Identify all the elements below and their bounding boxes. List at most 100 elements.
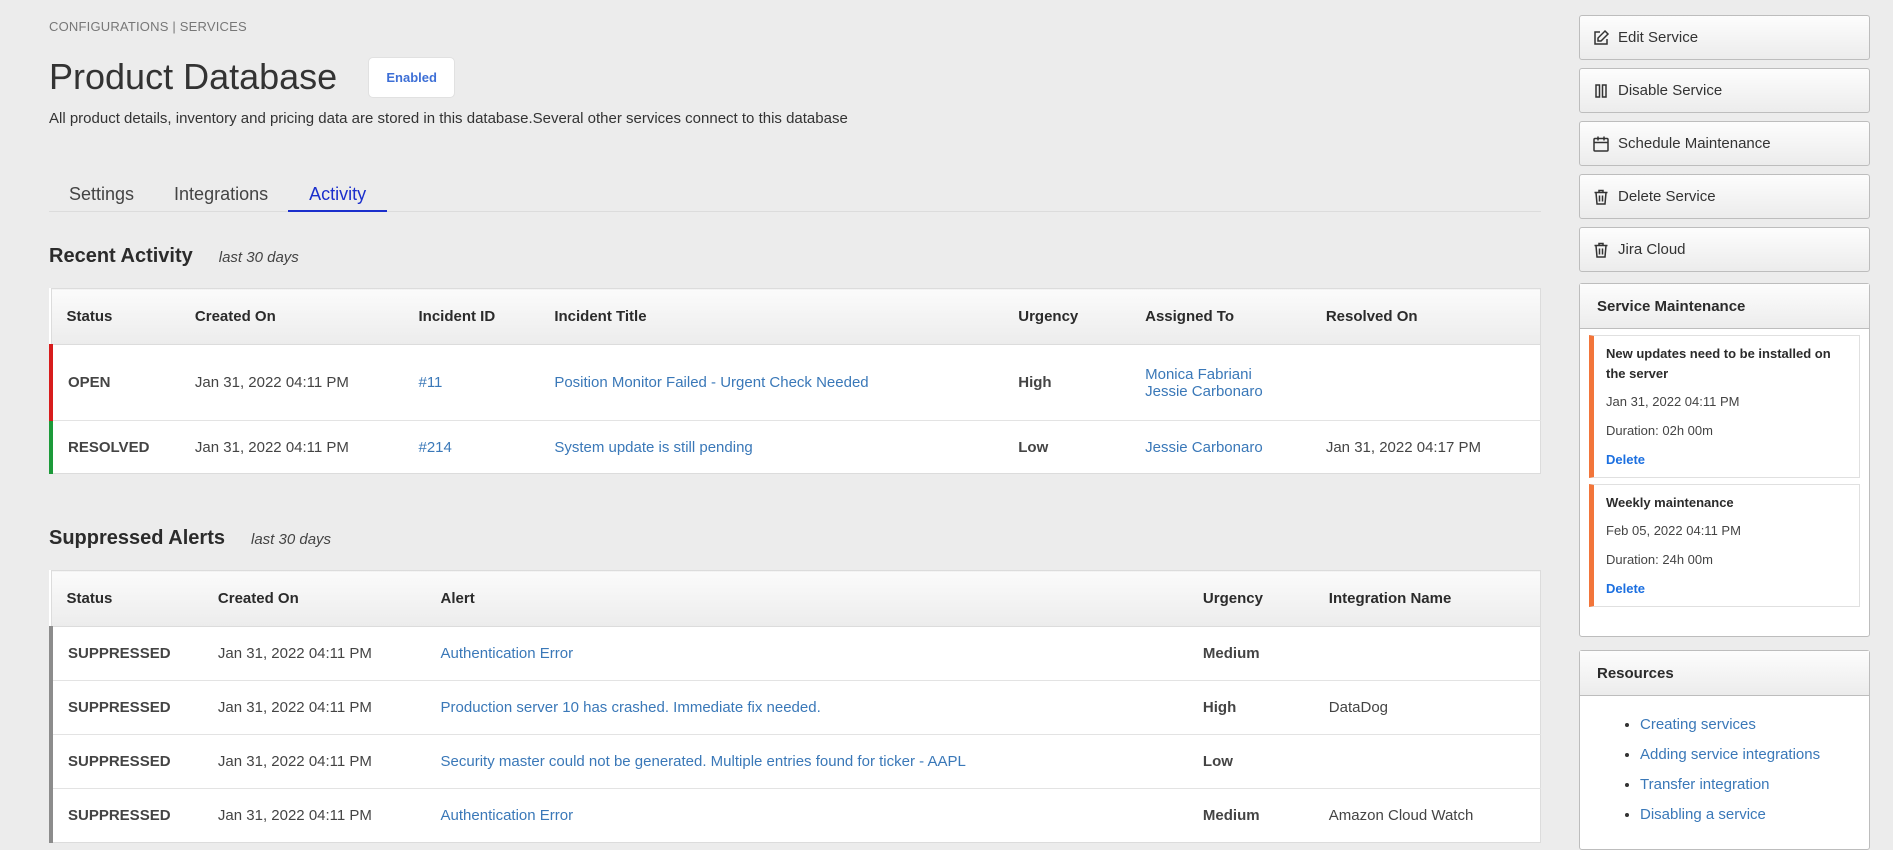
alert-integration-name: DataDog: [1313, 680, 1541, 735]
alert-created-on: Jan 31, 2022 04:11 PM: [202, 788, 426, 843]
incident-title-link[interactable]: Position Monitor Failed - Urgent Check N…: [554, 374, 868, 391]
alert-link[interactable]: Production server 10 has crashed. Immedi…: [441, 699, 821, 716]
table-row[interactable]: SUPPRESSED Jan 31, 2022 04:11 PM Authent…: [49, 788, 1541, 843]
alert-created-on: Jan 31, 2022 04:11 PM: [202, 680, 426, 735]
alert-urgency: High: [1187, 680, 1314, 735]
column-header-created-on[interactable]: Created On: [179, 288, 404, 345]
incident-assigned-to: Jessie Carbonaro: [1130, 420, 1311, 474]
service-maintenance-title: Service Maintenance: [1580, 284, 1869, 329]
assignee-link[interactable]: Monica Fabriani: [1145, 366, 1311, 383]
alert-cell: Authentication Error: [425, 626, 1188, 681]
incident-title-cell: System update is still pending: [539, 420, 1004, 474]
incident-id-cell: #11: [403, 344, 540, 421]
suppressed-alerts-header: Suppressed Alerts last 30 days: [49, 527, 331, 550]
jira-cloud-label: Jira Cloud: [1618, 241, 1686, 258]
resources-panel: Resources Creating services Adding servi…: [1579, 650, 1870, 850]
column-header-integration-name[interactable]: Integration Name: [1313, 570, 1541, 627]
list-item: Transfer integration: [1640, 776, 1869, 793]
recent-activity-header: Recent Activity last 30 days: [49, 245, 299, 268]
delete-service-button[interactable]: Delete Service: [1579, 174, 1870, 219]
tab-integrations[interactable]: Integrations: [154, 180, 288, 211]
incident-assigned-to: Monica Fabriani Jessie Carbonaro: [1130, 344, 1311, 421]
schedule-maintenance-button[interactable]: Schedule Maintenance: [1579, 121, 1870, 166]
incident-status: OPEN: [49, 344, 180, 421]
trash-icon: [1594, 242, 1608, 258]
recent-activity-subtitle: last 30 days: [218, 249, 299, 266]
table-header-row: Status Created On Alert Urgency Integrat…: [51, 570, 1541, 627]
assignee-link[interactable]: Jessie Carbonaro: [1145, 439, 1263, 456]
alert-link[interactable]: Security master could not be generated. …: [441, 753, 966, 770]
alert-urgency: Medium: [1187, 626, 1314, 681]
list-item: Adding service integrations: [1640, 746, 1869, 763]
table-row[interactable]: SUPPRESSED Jan 31, 2022 04:11 PM Authent…: [49, 626, 1541, 681]
title-row: Product Database Enabled: [49, 55, 456, 99]
tab-settings[interactable]: Settings: [49, 180, 154, 211]
resource-link-adding-integrations[interactable]: Adding service integrations: [1640, 746, 1820, 763]
resource-link-transfer-integration[interactable]: Transfer integration: [1640, 776, 1770, 793]
alert-created-on: Jan 31, 2022 04:11 PM: [202, 626, 426, 681]
service-page: CONFIGURATIONS | SERVICES Product Databa…: [0, 0, 1893, 850]
column-header-alert[interactable]: Alert: [425, 570, 1188, 627]
incident-id-link[interactable]: #11: [418, 374, 442, 391]
resources-title: Resources: [1580, 651, 1869, 696]
alert-created-on: Jan 31, 2022 04:11 PM: [202, 734, 426, 789]
breadcrumb[interactable]: CONFIGURATIONS | SERVICES: [49, 19, 247, 34]
alert-urgency: Low: [1187, 734, 1314, 789]
maintenance-item-title: Weekly maintenance: [1606, 495, 1734, 510]
column-header-assigned-to[interactable]: Assigned To: [1130, 288, 1311, 345]
table-row[interactable]: RESOLVED Jan 31, 2022 04:11 PM #214 Syst…: [49, 420, 1541, 474]
page-title: Product Database: [49, 56, 338, 97]
incident-urgency: Low: [1003, 420, 1131, 474]
column-header-urgency[interactable]: Urgency: [1187, 570, 1314, 627]
column-header-created-on[interactable]: Created On: [202, 570, 426, 627]
suppressed-alerts-title: Suppressed Alerts: [49, 527, 225, 549]
resource-link-creating-services[interactable]: Creating services: [1640, 716, 1756, 733]
jira-cloud-button[interactable]: Jira Cloud: [1579, 227, 1870, 272]
delete-service-label: Delete Service: [1618, 188, 1716, 205]
resource-link-disabling-service[interactable]: Disabling a service: [1640, 806, 1766, 823]
incident-resolved-on: [1310, 344, 1541, 421]
maintenance-item: Weekly maintenance Feb 05, 2022 04:11 PM…: [1589, 484, 1860, 607]
incident-resolved-on: Jan 31, 2022 04:17 PM: [1310, 420, 1541, 474]
incident-id-link[interactable]: #214: [418, 439, 451, 456]
schedule-maintenance-label: Schedule Maintenance: [1618, 135, 1771, 152]
recent-activity-table: Status Created On Incident ID Incident T…: [49, 288, 1541, 474]
maintenance-delete-link[interactable]: Delete: [1606, 452, 1645, 467]
alert-integration-name: [1313, 734, 1541, 789]
alert-status: SUPPRESSED: [49, 626, 203, 681]
list-item: Creating services: [1640, 716, 1869, 733]
calendar-icon: [1593, 136, 1609, 152]
sidebar: Edit Service Disable Service Schedule Ma…: [1579, 15, 1870, 850]
maintenance-delete-link[interactable]: Delete: [1606, 581, 1645, 596]
tab-activity[interactable]: Activity: [288, 180, 388, 212]
recent-activity-title: Recent Activity: [49, 245, 193, 267]
assignee-link[interactable]: Jessie Carbonaro: [1145, 383, 1311, 400]
maintenance-item: New updates need to be installed on the …: [1589, 335, 1860, 478]
table-row[interactable]: OPEN Jan 31, 2022 04:11 PM #11 Position …: [49, 344, 1541, 421]
maintenance-item-date: Jan 31, 2022 04:11 PM: [1606, 394, 1740, 409]
alert-cell: Authentication Error: [425, 788, 1188, 843]
column-header-incident-title[interactable]: Incident Title: [539, 288, 1004, 345]
resources-list: Creating services Adding service integra…: [1580, 696, 1869, 823]
table-row[interactable]: SUPPRESSED Jan 31, 2022 04:11 PM Securit…: [49, 734, 1541, 789]
edit-service-button[interactable]: Edit Service: [1579, 15, 1870, 60]
alert-status: SUPPRESSED: [49, 680, 203, 735]
column-header-status[interactable]: Status: [51, 570, 203, 627]
column-header-status[interactable]: Status: [51, 288, 180, 345]
incident-title-link[interactable]: System update is still pending: [554, 439, 752, 456]
edit-service-label: Edit Service: [1618, 29, 1699, 46]
column-header-urgency[interactable]: Urgency: [1003, 288, 1131, 345]
maintenance-item-title: New updates need to be installed on the …: [1606, 346, 1831, 381]
table-row[interactable]: SUPPRESSED Jan 31, 2022 04:11 PM Product…: [49, 680, 1541, 735]
maintenance-item-date: Feb 05, 2022 04:11 PM: [1606, 523, 1741, 538]
column-header-resolved-on[interactable]: Resolved On: [1310, 288, 1541, 345]
alert-integration-name: Amazon Cloud Watch: [1313, 788, 1541, 843]
alert-link[interactable]: Authentication Error: [441, 807, 574, 824]
pause-icon: [1595, 83, 1607, 98]
alert-integration-name: [1313, 626, 1541, 681]
disable-service-button[interactable]: Disable Service: [1579, 68, 1870, 113]
alert-link[interactable]: Authentication Error: [441, 645, 574, 662]
column-header-incident-id[interactable]: Incident ID: [403, 288, 540, 345]
status-badge: Enabled: [368, 56, 456, 98]
incident-status: RESOLVED: [49, 420, 180, 474]
